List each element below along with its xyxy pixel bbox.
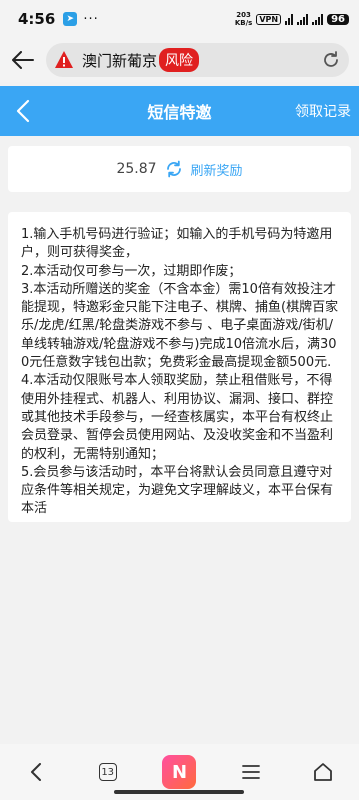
browser-home-logo[interactable]: N [159, 752, 199, 792]
telegram-icon: ➤ [63, 12, 78, 26]
rule-item: 2.本活动仅可参与一次，过期即作废； [21, 263, 242, 279]
menu-button[interactable] [231, 752, 271, 792]
home-indicator [114, 790, 244, 794]
refresh-reward-button[interactable]: 刷新奖励 [191, 160, 243, 179]
address-field[interactable]: 澳门新葡京 风险 [46, 43, 349, 77]
app-logo-icon: N [162, 755, 197, 789]
wifi-icon [285, 13, 294, 25]
battery-icon: 96 [327, 13, 349, 25]
risk-badge: 风险 [159, 48, 200, 72]
rule-item: 1.输入手机号码进行验证；如输入的手机号码为特邀用户，则可获得奖金， [21, 227, 333, 261]
more-notifications-icon: ··· [83, 11, 99, 27]
refresh-icon[interactable] [165, 160, 183, 178]
status-bar: 4:56 ➤ ··· 203 KB/s VPN 96 [0, 0, 359, 38]
menu-icon [242, 765, 261, 779]
nav-back-button[interactable] [16, 752, 56, 792]
rule-item: 4.本活动仅限账号本人领取奖励，禁止租借账号，不得使用外挂程式、机器人、利用协议… [21, 373, 334, 462]
back-icon[interactable] [14, 99, 34, 123]
network-speed: 203 KB/s [234, 11, 253, 27]
claim-records-link[interactable]: 领取记录 [295, 101, 351, 121]
reward-balance: 25.87 [116, 161, 157, 177]
reward-balance-card: 25.87 刷新奖励 [8, 146, 351, 192]
rule-item: 3.本活动所赠送的奖金（不含本金）需10倍有效投注才能提现，特邀彩金只能下注电子… [21, 281, 339, 371]
vpn-badge: VPN [256, 13, 282, 25]
site-name: 澳门新葡京 [82, 51, 158, 70]
signal-icon [297, 13, 309, 25]
reload-icon[interactable] [321, 50, 341, 70]
browser-back-icon[interactable] [10, 47, 36, 73]
activity-rules: 1.输入手机号码进行验证；如输入的手机号码为特邀用户，则可获得奖金， 2.本活动… [8, 212, 351, 522]
home-icon [314, 763, 332, 781]
status-time: 4:56 [18, 10, 56, 28]
signal-icon-2 [312, 13, 324, 25]
tab-count: 13 [98, 763, 117, 781]
browser-url-bar: 澳门新葡京 风险 [0, 38, 359, 82]
home-button[interactable] [303, 752, 343, 792]
rule-item: 5.会员参与该活动时，本平台将默认会员同意且遵守对应条件等相关规定，为避免文字理… [21, 464, 334, 517]
tabs-button[interactable]: 13 [88, 752, 128, 792]
page-title: 短信特邀 [147, 103, 212, 122]
status-indicators: 203 KB/s VPN 96 [235, 11, 349, 27]
chevron-left-icon [30, 763, 41, 781]
page-header: 短信特邀 领取记录 [0, 86, 359, 136]
warning-icon [55, 51, 73, 68]
